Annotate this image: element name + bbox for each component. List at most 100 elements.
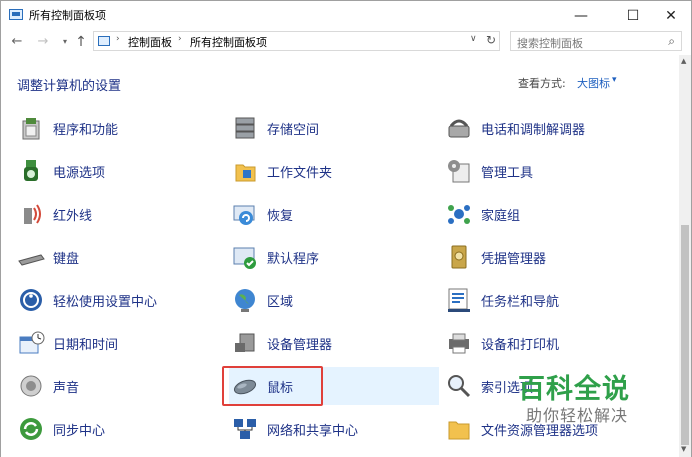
date-time-icon	[17, 329, 45, 357]
item-label: 声音	[53, 380, 80, 396]
item-device-manager[interactable]: 设备管理器	[229, 324, 439, 362]
recovery-icon	[231, 200, 259, 228]
sound-icon	[17, 372, 45, 400]
window-title: 所有控制面板项	[29, 9, 106, 22]
scroll-up-arrow-icon[interactable]: ▲	[681, 57, 686, 65]
item-network-and-sharing-center[interactable]: 网络和共享中心	[229, 410, 439, 448]
control-panel-app-icon	[9, 9, 23, 20]
item-sync-center[interactable]: 同步中心	[15, 410, 227, 448]
devices-printers-icon	[445, 329, 473, 357]
page-title: 调整计算机的设置	[17, 79, 122, 94]
programs-features-icon	[17, 114, 45, 142]
item-label: 电源选项	[53, 165, 106, 181]
item-phone-and-modem[interactable]: 电话和调制解调器	[443, 109, 655, 147]
item-label: 红外线	[53, 208, 93, 224]
item-label: 恢复	[267, 208, 294, 224]
item-label: 轻松使用设置中心	[53, 294, 158, 310]
administrative-tools-icon	[445, 157, 473, 185]
scrollbar-thumb[interactable]	[681, 225, 689, 445]
work-folders-icon	[231, 157, 259, 185]
mouse-icon	[231, 372, 259, 400]
breadcrumb-control-panel[interactable]: 控制面板	[128, 34, 172, 50]
file-explorer-options-icon	[445, 415, 473, 443]
item-label: 工作文件夹	[267, 165, 333, 181]
taskbar-navigation-icon	[445, 286, 473, 314]
item-storage-spaces[interactable]: 存储空间	[229, 109, 439, 147]
item-infrared[interactable]: 红外线	[15, 195, 227, 233]
item-label: 区域	[267, 294, 294, 310]
sync-center-icon	[17, 415, 45, 443]
item-date-and-time[interactable]: 日期和时间	[15, 324, 227, 362]
item-keyboard[interactable]: 键盘	[15, 238, 227, 276]
item-label: 家庭组	[481, 208, 521, 224]
title-bar: 所有控制面板项 — ☐ ✕	[1, 1, 691, 30]
item-devices-and-printers[interactable]: 设备和打印机	[443, 324, 655, 362]
view-by-chevron-icon[interactable]: ▾	[612, 75, 617, 85]
address-dropdown-icon[interactable]: ∨	[470, 34, 477, 44]
minimize-button[interactable]: —	[559, 1, 603, 30]
item-administrative-tools[interactable]: 管理工具	[443, 152, 655, 190]
keyboard-icon	[17, 243, 45, 271]
close-button[interactable]: ✕	[649, 1, 692, 30]
recent-locations-chevron-icon[interactable]: ▾	[57, 33, 73, 51]
address-bar[interactable]: › 控制面板 › 所有控制面板项 ∨ ↻	[93, 31, 500, 51]
item-label: 存储空间	[267, 122, 320, 138]
item-region[interactable]: 区域	[229, 281, 439, 319]
item-label: 默认程序	[267, 251, 320, 267]
item-homegroup[interactable]: 家庭组	[443, 195, 655, 233]
back-arrow-icon[interactable]: ←	[9, 33, 25, 51]
item-label: 凭据管理器	[481, 251, 547, 267]
item-credential-manager[interactable]: 凭据管理器	[443, 238, 655, 276]
item-default-programs[interactable]: 默认程序	[229, 238, 439, 276]
forward-arrow-icon[interactable]: →	[35, 33, 51, 51]
item-label: 鼠标	[267, 380, 294, 396]
breadcrumb-separator[interactable]: ›	[178, 34, 182, 44]
item-label: 同步中心	[53, 423, 106, 439]
network-sharing-icon	[231, 415, 259, 443]
region-globe-icon	[231, 286, 259, 314]
item-label: 网络和共享中心	[267, 423, 359, 439]
vertical-scrollbar[interactable]: ▲ ▼	[679, 55, 691, 457]
storage-spaces-icon	[231, 114, 259, 142]
navigation-bar: ← → ▾ ↑ › 控制面板 › 所有控制面板项 ∨ ↻ 搜索控制面板 ⌕	[1, 30, 691, 54]
credential-manager-icon	[445, 243, 473, 271]
up-arrow-icon[interactable]: ↑	[73, 33, 89, 51]
item-label: 任务栏和导航	[481, 294, 560, 310]
power-options-icon	[17, 157, 45, 185]
refresh-icon[interactable]: ↻	[486, 33, 496, 47]
watermark-logo-text: 百科全说	[518, 374, 630, 405]
item-label: 设备和打印机	[481, 337, 560, 353]
breadcrumb-separator[interactable]: ›	[116, 34, 120, 44]
search-input[interactable]: 搜索控制面板 ⌕	[510, 31, 682, 51]
view-by-dropdown[interactable]: 大图标	[577, 75, 610, 91]
default-programs-icon	[231, 243, 259, 271]
item-mouse[interactable]: 鼠标	[229, 367, 439, 405]
search-icon[interactable]: ⌕	[668, 34, 675, 49]
scroll-down-arrow-icon[interactable]: ▼	[681, 445, 686, 453]
homegroup-icon	[445, 200, 473, 228]
item-work-folders[interactable]: 工作文件夹	[229, 152, 439, 190]
watermark-slogan: 助你轻松解决	[526, 406, 629, 425]
item-label: 管理工具	[481, 165, 534, 181]
device-manager-icon	[231, 329, 259, 357]
view-by-label: 查看方式:	[518, 77, 566, 90]
control-panel-address-icon	[98, 36, 110, 46]
item-taskbar-and-navigation[interactable]: 任务栏和导航	[443, 281, 655, 319]
item-recovery[interactable]: 恢复	[229, 195, 439, 233]
indexing-options-icon	[445, 372, 473, 400]
item-sound[interactable]: 声音	[15, 367, 227, 405]
item-label: 程序和功能	[53, 122, 119, 138]
item-label: 日期和时间	[53, 337, 119, 353]
control-panel-window: 所有控制面板项 — ☐ ✕ ← → ▾ ↑ › 控制面板 › 所有控制面板项 ∨…	[0, 0, 692, 457]
item-programs-and-features[interactable]: 程序和功能	[15, 109, 227, 147]
ease-of-access-icon	[17, 286, 45, 314]
breadcrumb-all-items[interactable]: 所有控制面板项	[190, 34, 267, 50]
search-placeholder: 搜索控制面板	[517, 37, 583, 50]
item-label: 设备管理器	[267, 337, 333, 353]
item-label: 电话和调制解调器	[481, 122, 586, 138]
phone-modem-icon	[445, 114, 473, 142]
item-label: 键盘	[53, 251, 80, 267]
item-power-options[interactable]: 电源选项	[15, 152, 227, 190]
item-ease-of-access[interactable]: 轻松使用设置中心	[15, 281, 227, 319]
infrared-icon	[17, 200, 45, 228]
